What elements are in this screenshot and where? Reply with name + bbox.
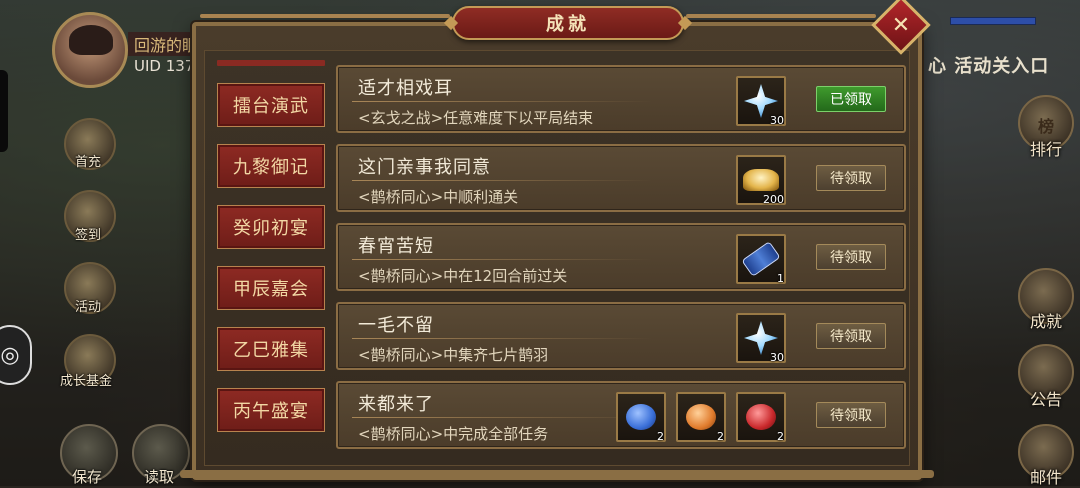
reward-count: 30 xyxy=(770,114,784,127)
reward-slot[interactable]: 2 xyxy=(676,392,726,443)
sign-in-label: 签到 xyxy=(75,228,102,243)
red-berry-icon xyxy=(746,404,776,430)
achievement-desc: <鹊桥同心>中顺利通关 xyxy=(358,188,519,206)
avatar[interactable] xyxy=(52,12,128,88)
title-deco-left xyxy=(200,14,450,18)
energy-bar xyxy=(950,17,1036,25)
event-entry-label[interactable]: 心 活动关入口 xyxy=(928,52,1049,78)
title-deco-right xyxy=(686,14,876,18)
reward-count: 2 xyxy=(657,430,664,443)
achievement-title: 适才相戏耳 xyxy=(358,78,453,99)
dialog-bottom-trim xyxy=(180,470,934,478)
close-icon[interactable]: ✕ xyxy=(880,4,922,46)
ranking-glyph: 榜 xyxy=(1038,117,1055,136)
row-divider xyxy=(352,417,652,418)
reward-slot[interactable]: 200 xyxy=(736,155,786,206)
claim-button[interactable]: 待领取 xyxy=(816,165,886,191)
tab-guimao-chuyan[interactable]: 癸卯初宴 xyxy=(217,205,325,249)
scroll-icon xyxy=(741,241,781,277)
reward-count: 2 xyxy=(777,430,784,443)
mail-label: 邮件 xyxy=(1030,468,1063,487)
tab-bingwu-shengyan[interactable]: 丙午盛宴 xyxy=(217,388,325,432)
notice-label: 公告 xyxy=(1030,390,1063,409)
tab-yisi-yaji[interactable]: 乙巳雅集 xyxy=(217,327,325,371)
save-label: 保存 xyxy=(72,468,103,486)
reward-count: 1 xyxy=(777,272,784,285)
achievement-row: 春宵苦短 <鹊桥同心>中在12回合前过关 1 待领取 xyxy=(336,223,906,291)
achievement-desc: <鹊桥同心>中完成全部任务 xyxy=(358,425,549,443)
achievement-desc: <鹊桥同心>中在12回合前过关 xyxy=(358,267,568,285)
achievement-title: 春宵苦短 xyxy=(358,236,434,257)
gold-ingot-icon xyxy=(743,169,779,191)
achievement-title: 一毛不留 xyxy=(358,315,434,336)
claim-button[interactable]: 待领取 xyxy=(816,244,886,270)
load-label: 读取 xyxy=(144,468,175,486)
tab-jiuli-yuji[interactable]: 九黎御记 xyxy=(217,144,325,188)
orange-berry-icon xyxy=(686,404,716,430)
row-divider xyxy=(352,259,652,260)
activity-label: 活动 xyxy=(75,300,102,315)
dialog-title: 成就 xyxy=(452,6,684,40)
reward-slot[interactable]: 2 xyxy=(616,392,666,443)
blue-berry-icon xyxy=(626,404,656,430)
ranking-label: 排行 xyxy=(1030,140,1063,159)
phone-notch xyxy=(0,70,8,152)
achievement-row: 一毛不留 <鹊桥同心>中集齐七片鹊羽 30 待领取 xyxy=(336,302,906,370)
reward-slot[interactable]: 1 xyxy=(736,234,786,285)
claimed-button[interactable]: 已领取 xyxy=(816,86,886,112)
achievement-row: 这门亲事我同意 <鹊桥同心>中顺利通关 200 待领取 xyxy=(336,144,906,212)
reward-slot[interactable]: 30 xyxy=(736,313,786,364)
achievement-title: 来都来了 xyxy=(358,394,434,415)
row-divider xyxy=(352,101,652,102)
growth-fund-label: 成长基金 xyxy=(60,374,113,389)
crystal-icon xyxy=(744,84,778,118)
achievement-title: 这门亲事我同意 xyxy=(358,157,491,178)
achievement-desc: <玄戈之战>任意难度下以平局结束 xyxy=(358,109,594,127)
row-divider xyxy=(352,180,652,181)
achievement-label: 成就 xyxy=(1030,312,1063,331)
claim-button[interactable]: 待领取 xyxy=(816,402,886,428)
row-divider xyxy=(352,338,652,339)
reward-slot[interactable]: 2 xyxy=(736,392,786,443)
first-charge-label: 首充 xyxy=(75,155,102,170)
floating-assist-icon[interactable]: ◎ xyxy=(0,325,32,385)
crystal-icon xyxy=(744,321,778,355)
achievement-desc: <鹊桥同心>中集齐七片鹊羽 xyxy=(358,346,549,364)
achievement-row: 适才相戏耳 <玄戈之战>任意难度下以平局结束 30 已领取 xyxy=(336,65,906,133)
reward-count: 30 xyxy=(770,351,784,364)
tab-leitai-yanwu[interactable]: 擂台演武 xyxy=(217,83,325,127)
reward-slot[interactable]: 30 xyxy=(736,76,786,127)
claim-button[interactable]: 待领取 xyxy=(816,323,886,349)
reward-count: 200 xyxy=(763,193,784,206)
tab-scroll-edge xyxy=(217,60,325,66)
tab-jiachen-jiahui[interactable]: 甲辰嘉会 xyxy=(217,266,325,310)
achievement-row: 来都来了 <鹊桥同心>中完成全部任务 2 2 2 待领取 xyxy=(336,381,906,449)
reward-count: 2 xyxy=(717,430,724,443)
